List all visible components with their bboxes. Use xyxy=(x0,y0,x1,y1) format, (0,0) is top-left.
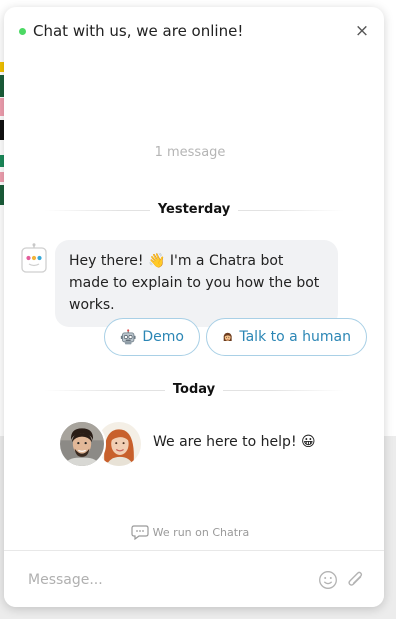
online-status-dot xyxy=(19,28,26,35)
day-divider-today: Today xyxy=(44,380,344,400)
powered-by-label: We run on Chatra xyxy=(152,526,250,539)
chat-header: Chat with us, we are online! × xyxy=(4,7,384,57)
agent-avatar xyxy=(58,420,106,468)
demo-quick-reply-button[interactable]: Demo xyxy=(104,318,200,356)
close-icon[interactable]: × xyxy=(354,23,370,40)
chat-header-title: Chat with us, we are online! xyxy=(33,22,244,40)
powered-by-link[interactable]: We run on Chatra xyxy=(4,524,376,540)
emoji-icon[interactable] xyxy=(318,570,338,590)
agent-photo-man xyxy=(60,422,104,466)
paperclip-icon[interactable] xyxy=(345,569,365,591)
chat-bubble-icon xyxy=(131,525,149,540)
woman-icon xyxy=(223,332,232,341)
talk-to-human-label: Talk to a human xyxy=(239,329,351,345)
bot-message-bubble: Hey there! 👋 I'm a Chatra bot made to ex… xyxy=(55,240,338,327)
robot-icon xyxy=(120,329,136,345)
message-count: 1 message xyxy=(154,145,226,160)
bot-avatar-icon xyxy=(21,243,47,273)
day-label: Yesterday xyxy=(149,200,239,220)
day-divider-yesterday: Yesterday xyxy=(44,200,344,220)
demo-label: Demo xyxy=(142,329,184,345)
day-label: Today xyxy=(164,380,224,400)
talk-to-human-quick-reply-button[interactable]: Talk to a human xyxy=(206,318,367,356)
message-input[interactable] xyxy=(26,568,290,592)
team-greeting-message: We are here to help! 😀 xyxy=(153,434,316,450)
message-composer xyxy=(4,550,384,607)
chat-widget: Chat with us, we are online! × 1 message… xyxy=(4,7,384,607)
